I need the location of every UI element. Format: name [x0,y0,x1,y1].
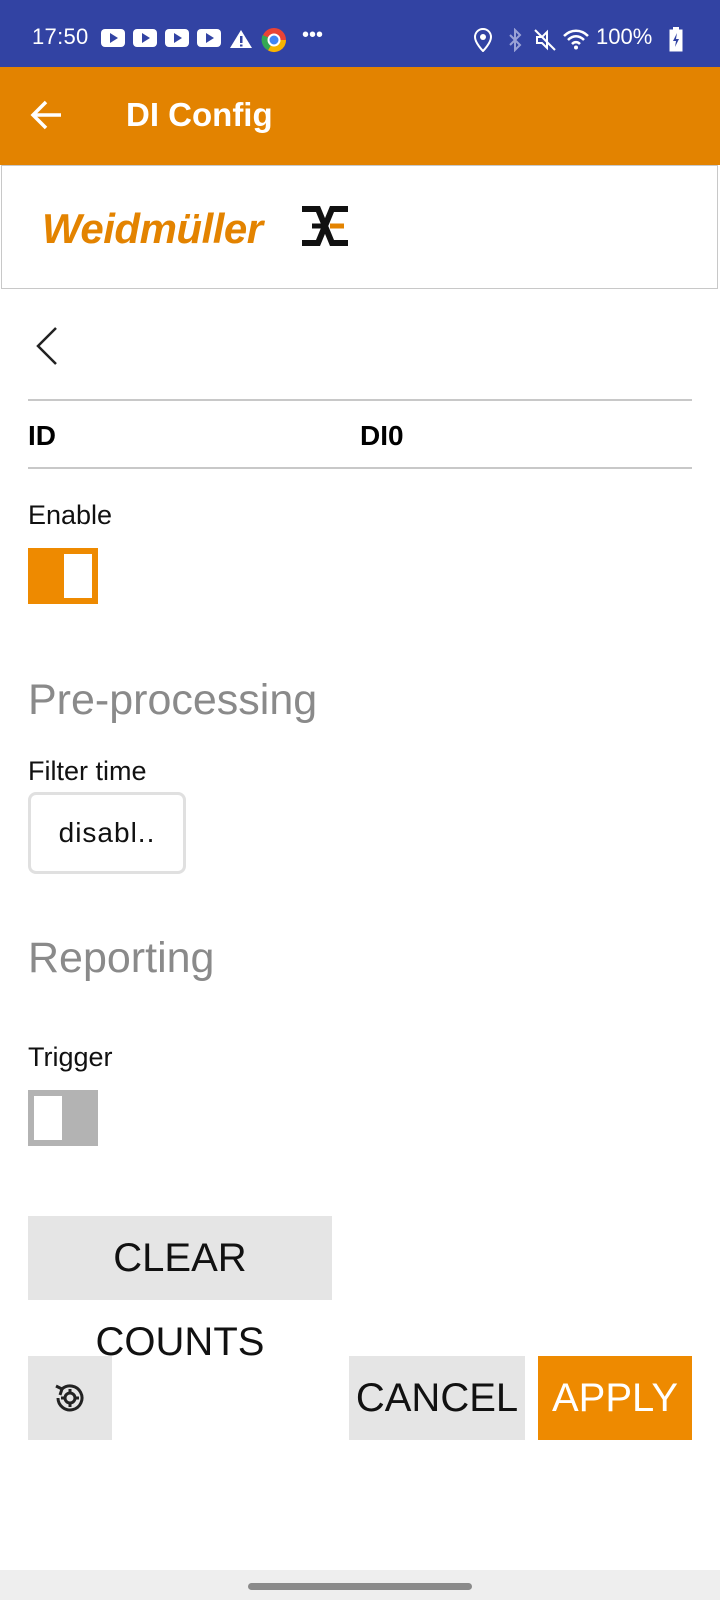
location-icon [474,28,492,52]
youtube-icon [197,29,221,47]
id-value: DI0 [360,420,404,451]
reporting-section-title: Reporting [28,934,215,982]
mute-icon [534,29,556,51]
bluetooth-icon [509,28,522,52]
toggle-knob [34,1096,62,1140]
clear-counts-button[interactable]: CLEAR COUNTS [28,1216,332,1364]
battery-icon [669,27,683,52]
id-label: ID [28,420,56,451]
enable-toggle[interactable] [28,548,98,604]
chevron-left-icon[interactable] [34,325,60,367]
trigger-label: Trigger [28,1042,113,1072]
youtube-icon [165,29,189,47]
weidmuller-logo-icon [302,206,348,246]
divider [28,399,692,401]
battery-percent: 100% [596,24,653,49]
preprocessing-section-title: Pre-processing [28,676,318,724]
filter-time-label: Filter time [28,756,147,786]
toggle-knob [64,554,92,598]
enable-label: Enable [28,500,113,530]
page-title: DI Config [126,96,273,133]
home-gesture-handle[interactable] [248,1583,472,1590]
restore-settings-icon [55,1384,84,1412]
warning-icon [230,30,252,48]
app-bar [0,67,720,165]
more-icon: ••• [302,24,324,46]
wifi-icon [563,29,589,50]
youtube-icon [101,29,125,47]
cancel-button[interactable]: CANCEL [349,1356,525,1440]
divider [28,467,692,469]
arrow-left-icon[interactable] [30,98,64,132]
reset-settings-button[interactable] [28,1356,112,1440]
trigger-toggle[interactable] [28,1090,98,1146]
youtube-icon [133,29,157,47]
weidmuller-logo-text: Weidmüller [42,205,263,252]
chrome-icon [261,28,286,53]
status-time: 17:50 [32,24,89,49]
filter-time-select[interactable]: disabl.. [28,792,186,874]
apply-button[interactable]: APPLY [538,1356,692,1440]
